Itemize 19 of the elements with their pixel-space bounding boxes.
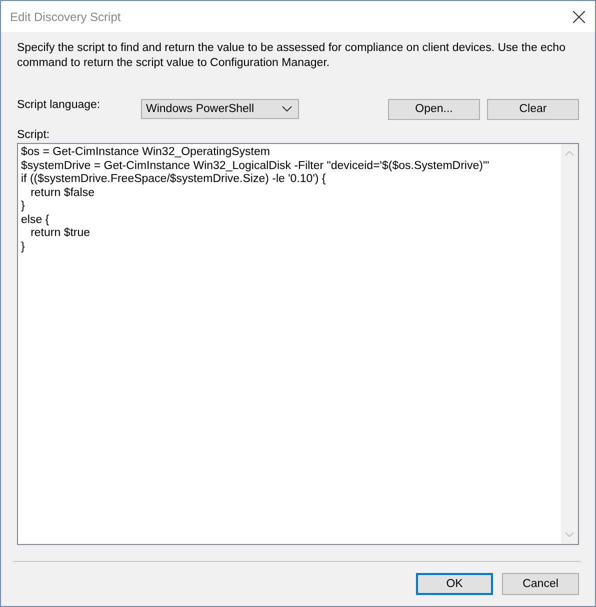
script-language-label: Script language: (17, 99, 102, 111)
code-line: } (21, 200, 26, 214)
script-label: Script: (17, 129, 51, 141)
cancel-button[interactable]: Cancel (502, 573, 579, 595)
close-icon[interactable] (573, 10, 585, 22)
clear-button[interactable]: Clear (487, 98, 579, 120)
code-line: else { (21, 214, 50, 227)
chevron-down-icon (282, 106, 292, 112)
window-title: Edit Discovery Script (10, 10, 121, 24)
open-button[interactable]: Open... (388, 98, 480, 120)
description-text: Specify the script to find and return the value to be assessed for compliance on client devices. Use the echo command to return the script value to Configuration Manager. (17, 41, 566, 71)
code-line: $os = Get-CimInstance Win32_OperatingSystem (21, 146, 271, 160)
code-line: if (($systemDrive.FreeSpace/$systemDrive.Size) -le '0.10') { (21, 173, 327, 186)
code-line: return $true (30, 227, 92, 240)
code-line: } (21, 240, 26, 254)
ok-button[interactable]: OK (416, 573, 493, 595)
script-language-dropdown[interactable]: Windows PowerShell (141, 99, 299, 119)
code-line: return $false (30, 186, 96, 200)
code-line: $systemDrive = Get-CimInstance Win32_LogicalDisk -Filter "deviceid='$($os.SystemDrive)'" (21, 160, 490, 173)
